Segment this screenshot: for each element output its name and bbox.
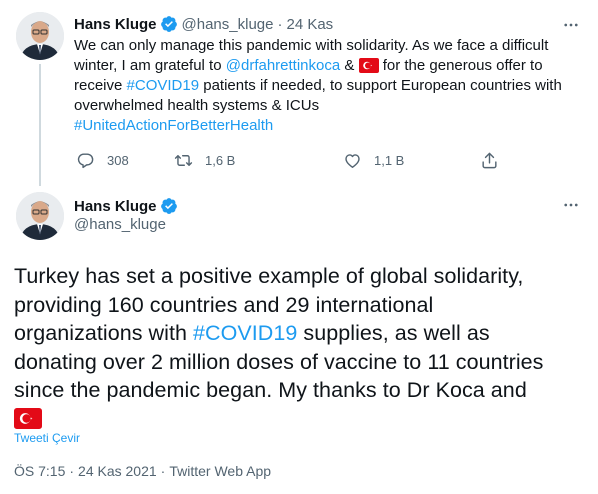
text-segment: patients if needed, to support European …: [199, 77, 562, 94]
retweet-icon: [174, 154, 193, 166]
retweet-count: 1,6 B: [205, 152, 236, 168]
tweet-parent[interactable]: Hans Kluge @hans_kluge · 24 Kas We can o…: [0, 0, 598, 186]
tweet-text: We can only manage this pandemic with so…: [74, 36, 586, 136]
tweet-metadata: ÖS 7:15 · 24 Kas 2021 · Twitter Web App: [14, 463, 271, 479]
translate-tweet-link[interactable]: Tweeti Çevir: [14, 431, 80, 445]
tweet-line: [14, 405, 594, 434]
author-name[interactable]: Hans Kluge: [74, 198, 157, 215]
reply-icon: [77, 152, 94, 168]
avatar[interactable]: [16, 12, 64, 60]
avatar[interactable]: [16, 192, 64, 240]
share-button[interactable]: [480, 146, 499, 174]
tweet-time[interactable]: ÖS 7:15: [14, 463, 65, 479]
more-icon[interactable]: [561, 15, 581, 35]
mention-link[interactable]: @drfahrettinkoca: [226, 57, 340, 74]
author-handle[interactable]: @hans_kluge: [74, 216, 166, 233]
like-icon: [345, 153, 360, 168]
tweet-line: donating over 2 million doses of vaccine…: [14, 349, 544, 374]
tweet-line: overwhelmed health systems & ICUs: [74, 97, 320, 114]
like-count: 1,1 B: [374, 152, 405, 168]
more-icon[interactable]: [561, 195, 581, 215]
verified-badge-icon: [160, 197, 178, 215]
tweet-text: Turkey has set a positive example of glo…: [14, 262, 594, 434]
thread-connector-line: [39, 64, 41, 186]
tweet-line: organizations with #COVID19 supplies, as…: [14, 319, 594, 348]
separator: ·: [160, 463, 166, 479]
text-segment: winter, I am grateful to: [74, 57, 226, 74]
tweet-line: winter, I am grateful to @drfahrettinkoc…: [74, 56, 586, 76]
text-segment: &: [340, 57, 359, 74]
text-segment: receive: [74, 77, 127, 94]
tweet-line: Turkey has set a positive example of glo…: [14, 264, 524, 288]
tweet-header: Hans Kluge: [74, 196, 182, 216]
text-segment: supplies, as well as: [297, 321, 490, 346]
author-handle[interactable]: @hans_kluge: [182, 16, 274, 33]
tweet-line: receive #COVID19 patients if needed, to …: [74, 76, 586, 96]
separator: ·: [277, 15, 283, 33]
reply-button[interactable]: 308: [76, 146, 129, 174]
tweet-line: since the pandemic began. My thanks to D…: [14, 378, 527, 403]
retweet-button[interactable]: 1,6 B: [174, 146, 235, 174]
tweet-actions: 308 1,6 B 1,1 B: [68, 146, 508, 174]
text-segment: organizations with: [14, 321, 194, 346]
hashtag-link[interactable]: #COVID19: [127, 77, 200, 94]
tweet-line: providing 160 countries and 29 internati…: [14, 292, 434, 317]
tweet-source: Twitter Web App: [169, 463, 272, 479]
author-name[interactable]: Hans Kluge: [74, 16, 157, 33]
tweet-full-date[interactable]: 24 Kas 2021: [78, 463, 157, 479]
tweet-line: #UnitedActionForBetterHealth: [74, 116, 586, 136]
hashtag-link[interactable]: #UnitedActionForBetterHealth: [74, 117, 273, 134]
like-button[interactable]: 1,1 B: [343, 146, 404, 174]
tweet-date[interactable]: 24 Kas: [286, 16, 333, 33]
verified-badge-icon: [160, 15, 178, 33]
tweet-header: Hans Kluge @hans_kluge · 24 Kas: [74, 14, 333, 34]
tweet-line: We can only manage this pandemic with so…: [74, 37, 549, 54]
hashtag-link[interactable]: #COVID19: [193, 321, 297, 345]
share-icon: [482, 152, 497, 168]
separator: ·: [69, 463, 75, 479]
text-segment: for the generous offer to: [378, 57, 543, 74]
reply-count: 308: [107, 152, 129, 168]
